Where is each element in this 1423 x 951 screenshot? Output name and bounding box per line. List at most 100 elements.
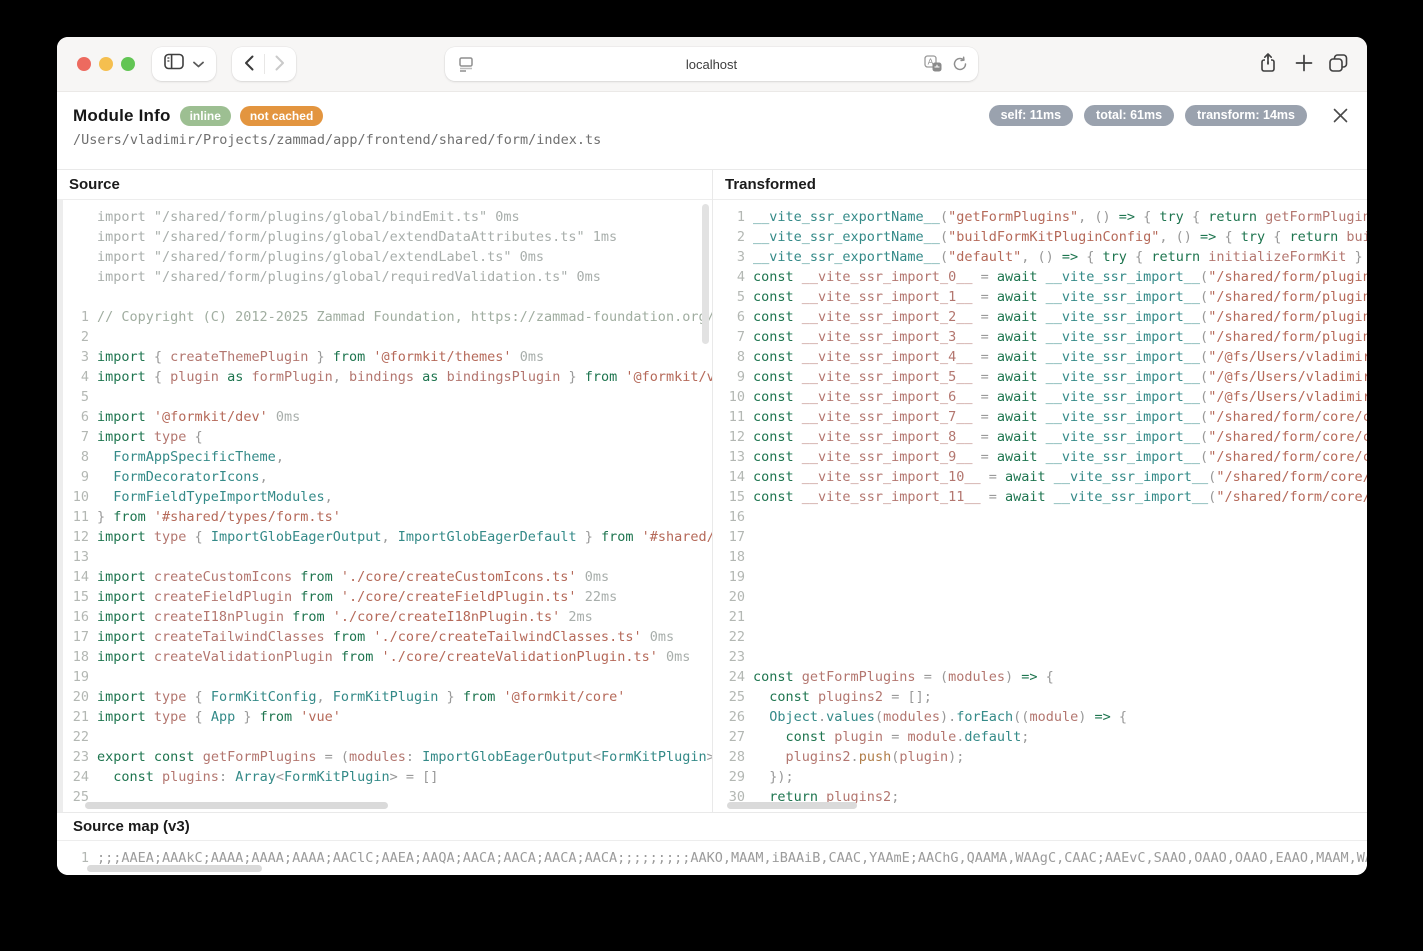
source-vertical-scrollbar[interactable] (702, 204, 709, 344)
code-text: } from '#shared/types/form.ts' (97, 507, 341, 527)
address-bar[interactable]: localhost A (445, 47, 978, 81)
code-line: 3__vite_ssr_exportName__("default", () =… (713, 247, 1367, 267)
line-number: 2 (713, 227, 753, 247)
line-number: 21 (713, 607, 753, 627)
sourcemap-title: Source map (v3) (57, 813, 1367, 841)
code-line: 9const __vite_ssr_import_5__ = await __v… (713, 367, 1367, 387)
line-number: 5 (57, 387, 97, 407)
line-number: 22 (57, 727, 97, 747)
browser-toolbar: localhost A (57, 37, 1367, 92)
code-line: 19 (57, 667, 712, 687)
code-line: 13const __vite_ssr_import_9__ = await __… (713, 447, 1367, 467)
code-line: 22 (57, 727, 712, 747)
line-number: 26 (713, 707, 753, 727)
window-minimize-button[interactable] (99, 57, 113, 71)
code-line: 1// Copyright (C) 2012-2025 Zammad Found… (57, 307, 712, 327)
line-number: 5 (713, 287, 753, 307)
line-number: 1 (57, 307, 97, 327)
sidebar-toggle-button[interactable] (152, 47, 216, 81)
code-text: const getFormPlugins = (modules) => { (753, 667, 1054, 687)
code-line: 17 (713, 527, 1367, 547)
code-line: 8const __vite_ssr_import_4__ = await __v… (713, 347, 1367, 367)
code-text: const plugins2 = []; (753, 687, 932, 707)
line-number: 10 (57, 487, 97, 507)
code-line: 20import type { FormKitConfig, FormKitPl… (57, 687, 712, 707)
code-line: 11const __vite_ssr_import_7__ = await __… (713, 407, 1367, 427)
code-line: 14import createCustomIcons from './core/… (57, 567, 712, 587)
line-number: 15 (713, 487, 753, 507)
window-close-button[interactable] (77, 57, 91, 71)
code-text: const __vite_ssr_import_2__ = await __vi… (753, 307, 1367, 327)
code-text: import createValidationPlugin from './co… (97, 647, 690, 667)
code-line: import "/shared/form/plugins/global/exte… (57, 247, 712, 267)
code-line: 1__vite_ssr_exportName__("getFormPlugins… (713, 207, 1367, 227)
code-panes: Source import "/shared/form/plugins/glob… (57, 169, 1367, 812)
code-line: 24 const plugins: Array<FormKitPlugin> =… (57, 767, 712, 787)
code-line: 16 (713, 507, 1367, 527)
code-line: 9 FormDecoratorIcons, (57, 467, 712, 487)
code-line: 6import '@formkit/dev' 0ms (57, 407, 712, 427)
module-path: /Users/vladimir/Projects/zammad/app/fron… (73, 132, 1351, 148)
line-number: 7 (57, 427, 97, 447)
line-number: 27 (713, 727, 753, 747)
code-text: const __vite_ssr_import_0__ = await __vi… (753, 267, 1367, 287)
tabs-overview-button[interactable] (1323, 50, 1353, 78)
line-number: 2 (57, 327, 97, 347)
transformed-pane: Transformed 1__vite_ssr_exportName__("ge… (712, 170, 1367, 812)
source-left-gutter (57, 200, 63, 812)
share-icon (1258, 52, 1278, 77)
translate-icon[interactable]: A (924, 55, 942, 75)
code-line: 18 (713, 547, 1367, 567)
line-number: 3 (57, 347, 97, 367)
line-number: 4 (713, 267, 753, 287)
reload-icon[interactable] (952, 56, 968, 75)
code-text: const __vite_ssr_import_5__ = await __vi… (753, 367, 1367, 387)
code-text: FormAppSpecificTheme, (97, 447, 284, 467)
new-tab-button[interactable] (1289, 50, 1319, 78)
transformed-code-area[interactable]: 1__vite_ssr_exportName__("getFormPlugins… (713, 200, 1367, 812)
code-text: import createFieldPlugin from './core/cr… (97, 587, 617, 607)
source-code: import "/shared/form/plugins/global/bind… (57, 200, 712, 807)
line-number: 9 (713, 367, 753, 387)
sourcemap-horizontal-scrollbar[interactable] (87, 865, 262, 872)
code-text: const plugins: Array<FormKitPlugin> = [] (97, 767, 438, 787)
close-panel-button[interactable] (1327, 104, 1353, 130)
source-code-area[interactable]: import "/shared/form/plugins/global/bind… (57, 200, 712, 812)
code-text: import { plugin as formPlugin, bindings … (97, 367, 712, 387)
code-line: 21 (713, 607, 1367, 627)
page-preview-icon (457, 55, 475, 76)
line-number: 3 (713, 247, 753, 267)
code-text: import createCustomIcons from './core/cr… (97, 567, 609, 587)
code-text: export const getFormPlugins = (modules: … (97, 747, 712, 767)
transform-time-badge: transform: 14ms (1185, 105, 1307, 126)
code-text: const __vite_ssr_import_7__ = await __vi… (753, 407, 1367, 427)
code-line: 27 const plugin = module.default; (713, 727, 1367, 747)
line-number: 19 (57, 667, 97, 687)
line-number: 6 (713, 307, 753, 327)
line-number: 13 (713, 447, 753, 467)
inline-badge: inline (180, 106, 231, 126)
source-horizontal-scrollbar[interactable] (85, 802, 388, 809)
code-line: 19 (713, 567, 1367, 587)
code-text: import { createThemePlugin } from '@form… (97, 347, 544, 367)
code-text: plugins2.push(plugin); (753, 747, 964, 767)
transformed-horizontal-scrollbar[interactable] (727, 802, 857, 809)
code-line: import "/shared/form/plugins/global/bind… (57, 207, 712, 227)
line-number: 16 (57, 607, 97, 627)
code-line: 4const __vite_ssr_import_0__ = await __v… (713, 267, 1367, 287)
code-text: import "/shared/form/plugins/global/exte… (97, 247, 544, 267)
code-line: 29 }); (713, 767, 1367, 787)
chevron-right-icon (275, 55, 285, 74)
share-button[interactable] (1253, 50, 1283, 78)
code-text: __vite_ssr_exportName__("getFormPlugins"… (753, 207, 1367, 227)
back-button[interactable] (234, 50, 264, 78)
code-line: 18import createValidationPlugin from './… (57, 647, 712, 667)
code-line: 15import createFieldPlugin from './core/… (57, 587, 712, 607)
total-time-badge: total: 61ms (1084, 105, 1174, 126)
code-line: 25 const plugins2 = []; (713, 687, 1367, 707)
not-cached-badge: not cached (240, 106, 323, 126)
screen-background: localhost A (0, 0, 1423, 951)
code-line: 5const __vite_ssr_import_1__ = await __v… (713, 287, 1367, 307)
forward-button[interactable] (265, 50, 295, 78)
window-zoom-button[interactable] (121, 57, 135, 71)
